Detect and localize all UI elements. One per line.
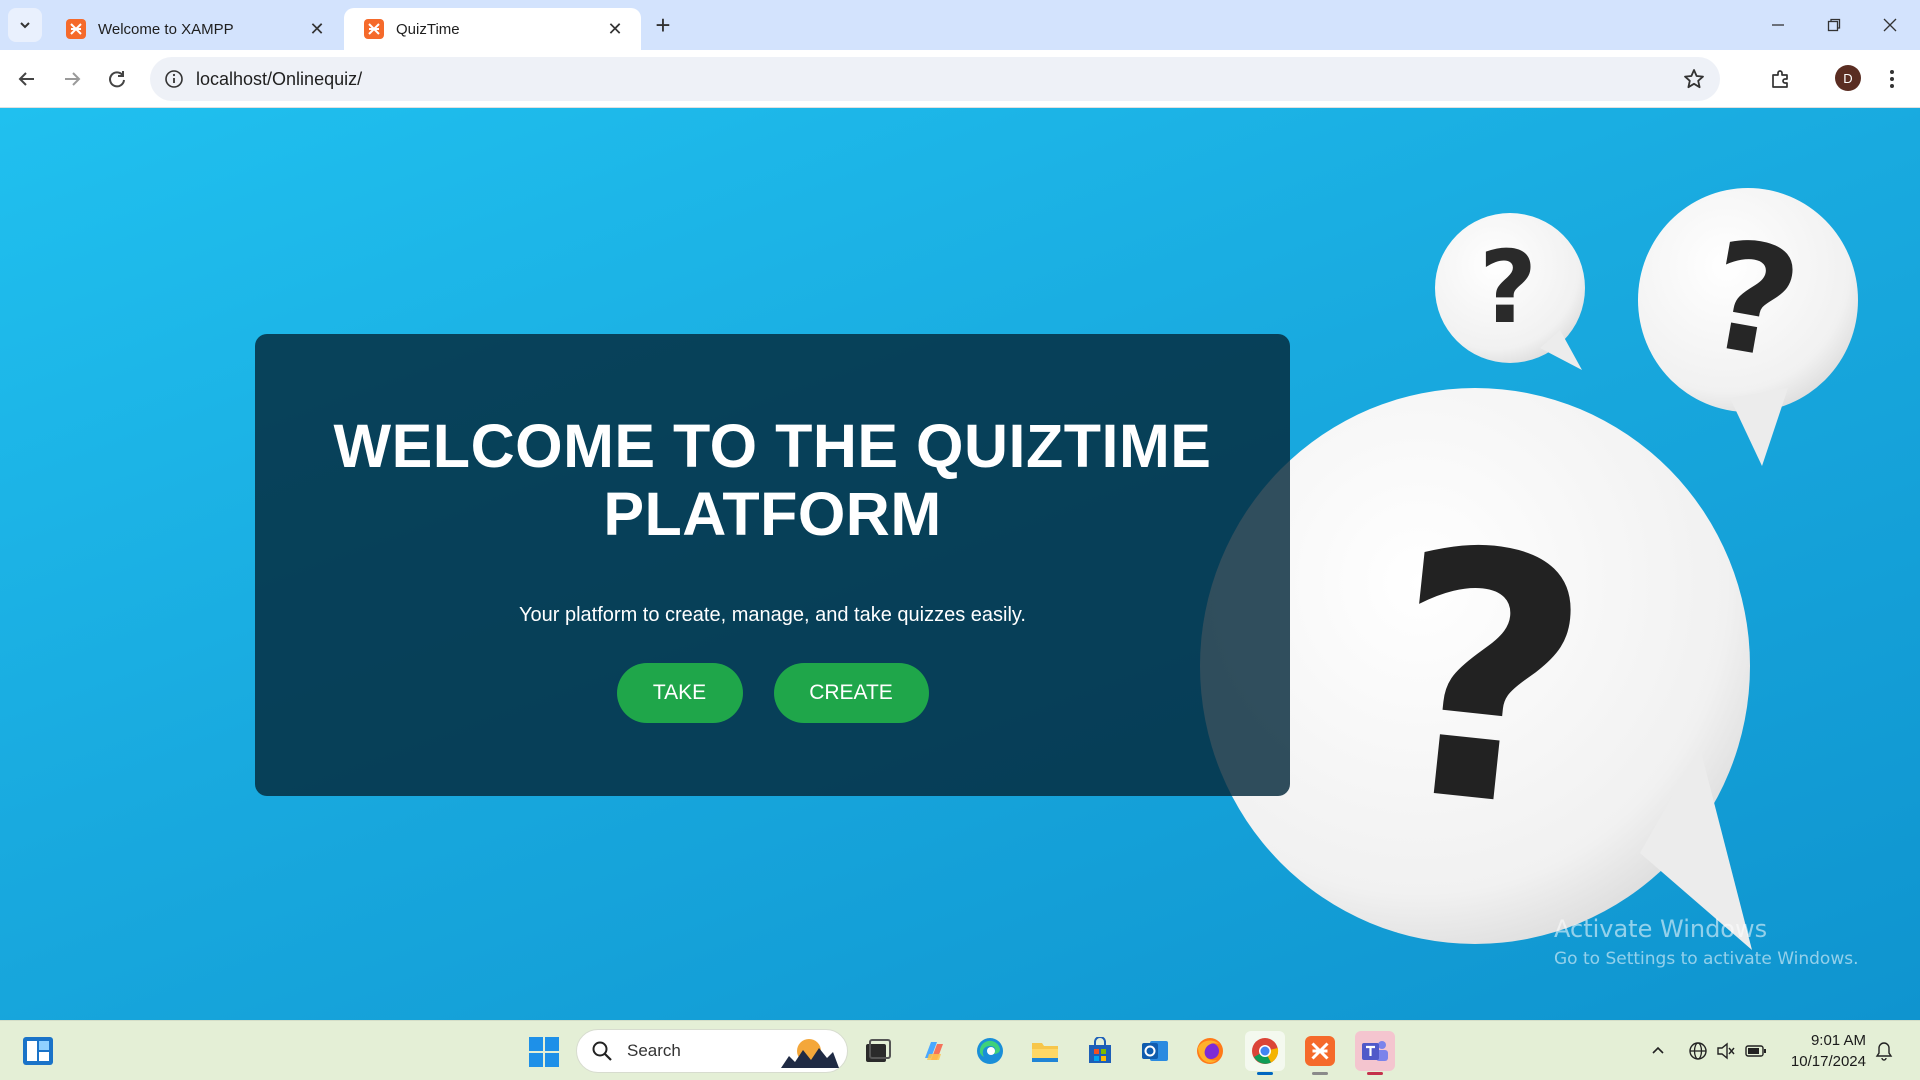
network-button[interactable] bbox=[1686, 1039, 1710, 1063]
close-icon bbox=[1883, 18, 1897, 32]
watermark-subtitle: Go to Settings to activate Windows. bbox=[1554, 949, 1859, 969]
profile-avatar[interactable]: D bbox=[1835, 65, 1861, 91]
edge-button[interactable] bbox=[970, 1031, 1010, 1071]
quiztime-page: ? ? ? WELCOME TO THE QUIZTIME PLATFORM Y… bbox=[0, 108, 1920, 1020]
chrome-icon bbox=[1252, 1038, 1279, 1064]
activate-windows-watermark: Activate Windows Go to Settings to activ… bbox=[1554, 915, 1859, 969]
active-app-indicator bbox=[1257, 1072, 1273, 1075]
teams-button[interactable] bbox=[1355, 1031, 1395, 1075]
store-button[interactable] bbox=[1080, 1031, 1120, 1071]
file-explorer-icon bbox=[1032, 1043, 1058, 1062]
tab-title: Welcome to XAMPP bbox=[98, 20, 234, 38]
edge-icon bbox=[977, 1038, 1003, 1064]
chevron-down-icon bbox=[20, 22, 30, 29]
info-icon bbox=[165, 70, 183, 88]
running-app-indicator bbox=[1312, 1072, 1328, 1075]
take-quiz-button[interactable]: TAKE bbox=[616, 663, 743, 723]
more-vertical-icon bbox=[1890, 70, 1894, 88]
welcome-panel: WELCOME TO THE QUIZTIME PLATFORM Your pl… bbox=[255, 334, 1290, 796]
globe-icon bbox=[1689, 1042, 1707, 1060]
profile-initial: D bbox=[1843, 70, 1853, 86]
search-icon bbox=[592, 1041, 612, 1061]
battery-button[interactable] bbox=[1744, 1039, 1768, 1063]
xampp-button[interactable] bbox=[1300, 1031, 1340, 1075]
back-button[interactable] bbox=[9, 61, 45, 97]
bell-icon bbox=[1875, 1042, 1893, 1061]
copilot-icon bbox=[925, 1042, 943, 1060]
teams-icon bbox=[1362, 1041, 1388, 1061]
svg-text:?: ? bbox=[1479, 229, 1537, 346]
restore-button[interactable] bbox=[1806, 0, 1862, 50]
browser-tab-bar: Welcome to XAMPP ✕ QuizTime ✕ + bbox=[0, 0, 1920, 50]
address-bar[interactable]: localhost/Onlinequiz/ bbox=[150, 57, 1720, 101]
volume-muted-icon bbox=[1717, 1042, 1735, 1060]
notifications-button[interactable] bbox=[1872, 1039, 1896, 1063]
browser-menu-button[interactable] bbox=[1876, 63, 1908, 95]
xampp-icon bbox=[1305, 1036, 1335, 1066]
chevron-up-icon bbox=[1652, 1046, 1664, 1054]
firefox-icon bbox=[1197, 1038, 1223, 1064]
tab-welcome-xampp[interactable]: Welcome to XAMPP ✕ bbox=[46, 8, 343, 50]
page-title: WELCOME TO THE QUIZTIME PLATFORM bbox=[333, 412, 1212, 548]
arrow-left-icon bbox=[18, 72, 34, 86]
puzzle-icon bbox=[1772, 70, 1788, 88]
outlook-icon bbox=[1142, 1041, 1168, 1061]
tab-title: QuizTime bbox=[396, 20, 460, 38]
xampp-icon bbox=[66, 19, 86, 39]
action-buttons: TAKE CREATE bbox=[255, 663, 1290, 723]
file-explorer-button[interactable] bbox=[1025, 1031, 1065, 1071]
windows-start-icon[interactable] bbox=[528, 1036, 560, 1068]
url-text[interactable]: localhost/Onlinequiz/ bbox=[196, 69, 362, 90]
clock-date: 10/17/2024 bbox=[1790, 1053, 1866, 1070]
close-tab-icon[interactable]: ✕ bbox=[603, 17, 627, 41]
create-quiz-button[interactable]: CREATE bbox=[773, 663, 929, 723]
firefox-button[interactable] bbox=[1190, 1031, 1230, 1071]
browser-toolbar: localhost/Onlinequiz/ D bbox=[0, 50, 1920, 108]
widgets-icon[interactable] bbox=[22, 1036, 54, 1066]
notification-indicator bbox=[1367, 1072, 1383, 1075]
windows-taskbar: Search 9:01 AM 10/17/2024 bbox=[0, 1020, 1920, 1080]
outlook-button[interactable] bbox=[1135, 1031, 1175, 1071]
show-hidden-icons-button[interactable] bbox=[1646, 1039, 1670, 1063]
bookmark-star-icon[interactable] bbox=[1682, 67, 1706, 91]
system-clock[interactable]: 9:01 AM 10/17/2024 bbox=[1782, 1030, 1866, 1072]
site-info-button[interactable] bbox=[154, 59, 194, 99]
chrome-button[interactable] bbox=[1245, 1031, 1285, 1075]
task-view-button[interactable] bbox=[858, 1031, 898, 1071]
close-window-button[interactable] bbox=[1862, 0, 1918, 50]
volume-button[interactable] bbox=[1714, 1039, 1738, 1063]
task-view-icon bbox=[866, 1039, 891, 1062]
watermark-title: Activate Windows bbox=[1554, 915, 1768, 943]
clock-time: 9:01 AM bbox=[1810, 1032, 1866, 1049]
minimize-icon bbox=[1772, 24, 1784, 26]
forward-button[interactable] bbox=[54, 61, 90, 97]
arrow-right-icon bbox=[65, 72, 81, 86]
extensions-button[interactable] bbox=[1765, 63, 1797, 95]
svg-text:?: ? bbox=[1368, 474, 1606, 888]
minimize-button[interactable] bbox=[1750, 0, 1806, 50]
taskbar-search-box[interactable]: Search bbox=[576, 1029, 848, 1073]
xampp-icon bbox=[364, 19, 384, 39]
store-icon bbox=[1089, 1037, 1111, 1063]
search-label: Search bbox=[627, 1041, 681, 1060]
reload-button[interactable] bbox=[99, 61, 135, 97]
battery-icon bbox=[1745, 1045, 1766, 1057]
tab-quiztime[interactable]: QuizTime ✕ bbox=[344, 8, 641, 50]
reload-icon bbox=[109, 71, 125, 88]
tab-search-button[interactable] bbox=[8, 8, 42, 42]
search-highlight-illustration bbox=[781, 1039, 839, 1068]
new-tab-button[interactable]: + bbox=[648, 10, 678, 40]
restore-icon bbox=[1827, 18, 1841, 32]
page-subtitle: Your platform to create, manage, and tak… bbox=[519, 604, 1026, 626]
close-tab-icon[interactable]: ✕ bbox=[305, 17, 329, 41]
copilot-button[interactable] bbox=[914, 1031, 954, 1071]
